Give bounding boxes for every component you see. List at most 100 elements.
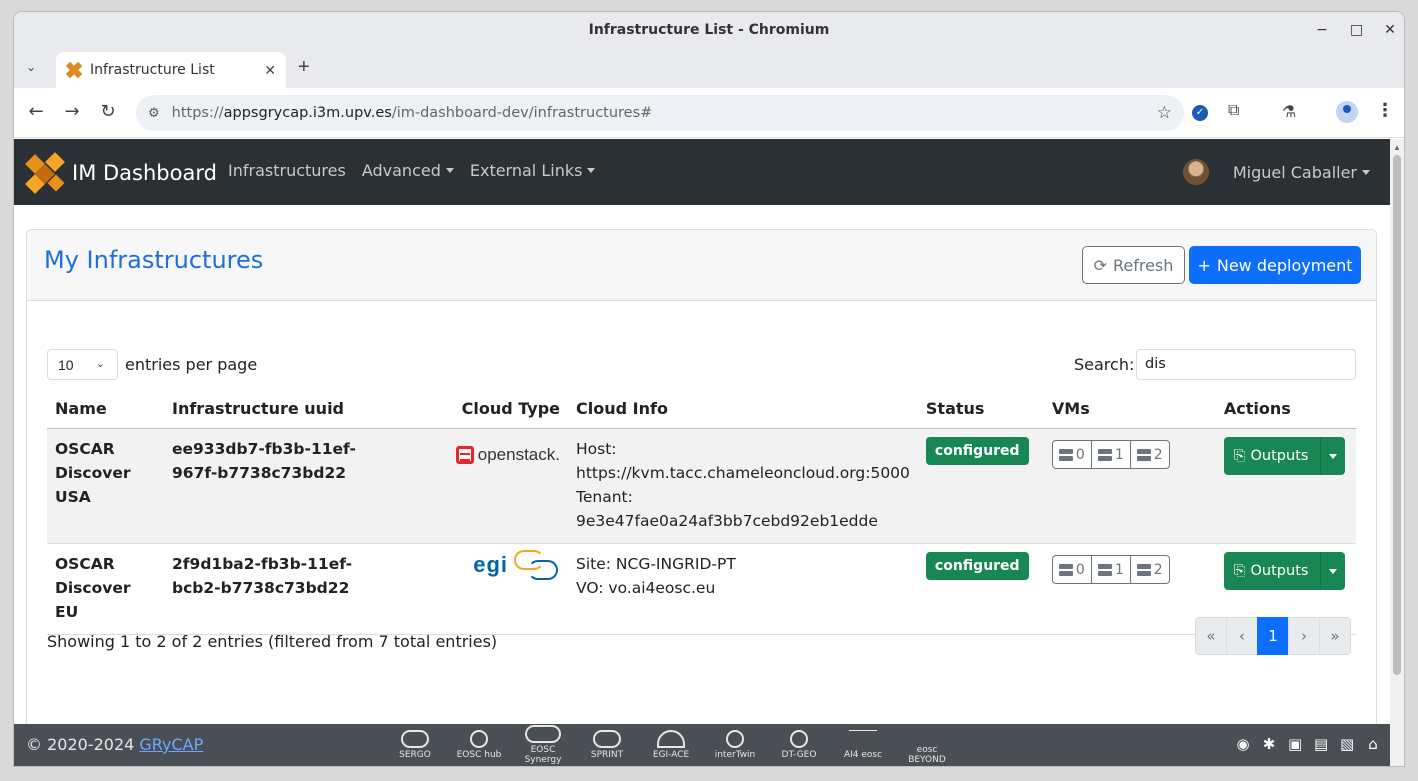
user-menu[interactable]: Miguel Caballer xyxy=(1182,159,1370,185)
page-1-button[interactable]: 1 xyxy=(1257,617,1289,655)
site-info-icon[interactable]: ⚙ xyxy=(148,105,160,121)
partner-logo-icon[interactable]: eosc BEYOND xyxy=(904,725,950,765)
vm-button[interactable]: 2 xyxy=(1129,555,1170,584)
url-text[interactable]: https://appsgrycap.i3m.upv.es/im-dashboa… xyxy=(172,105,653,121)
brand-name: IM Dashboard xyxy=(72,161,217,185)
scroll-up-icon[interactable]: ▲ xyxy=(1393,143,1401,152)
actions-dropdown-toggle[interactable] xyxy=(1320,551,1346,590)
extensions-puzzle-icon[interactable]: ⧉ xyxy=(1228,102,1239,120)
browser-tab[interactable]: Infrastructure List ✕ xyxy=(56,52,286,88)
partner-logo-icon[interactable]: EOSC Synergy xyxy=(520,725,566,765)
partner-logo-icon[interactable]: EOSC hub xyxy=(456,730,502,760)
cloud-type-cell: egi xyxy=(364,543,568,635)
pdf-icon[interactable]: ▧ xyxy=(1340,735,1354,753)
first-page-button[interactable]: « xyxy=(1195,617,1227,655)
book-icon[interactable]: ▤ xyxy=(1314,735,1328,753)
scrollbar-thumb[interactable] xyxy=(1393,155,1401,675)
infra-uuid: 2f9d1ba2-fb3b-11ef-bcb2-b7738c73bd22 xyxy=(164,543,364,635)
terminal-icon[interactable]: ▣ xyxy=(1288,735,1302,753)
refresh-label: Refresh xyxy=(1112,255,1174,275)
page-length-label: entries per page xyxy=(125,355,258,374)
labs-flask-icon[interactable]: ⚗ xyxy=(1282,102,1296,122)
institution-icon[interactable]: ⌂ xyxy=(1366,735,1380,753)
minimize-icon[interactable]: − xyxy=(1316,22,1328,38)
bug-icon[interactable]: ✱ xyxy=(1262,735,1276,753)
im-favicon-icon xyxy=(65,61,83,79)
cloud-info-line: Tenant: xyxy=(576,487,633,506)
grycap-link[interactable]: GRyCAP xyxy=(139,735,203,754)
header-status[interactable]: Status xyxy=(917,392,1044,429)
last-page-button[interactable]: » xyxy=(1319,617,1351,655)
back-icon[interactable]: ← xyxy=(26,101,46,122)
actions-button-group: ⎘ Outputs xyxy=(1223,551,1346,590)
vm-button-group: 0 1 2 xyxy=(1051,440,1170,469)
vm-button[interactable]: 0 xyxy=(1051,555,1092,584)
prev-page-button[interactable]: ‹ xyxy=(1226,617,1258,655)
brand[interactable]: IM Dashboard xyxy=(25,152,217,194)
extension-check-icon[interactable]: ✓ xyxy=(1192,105,1208,121)
maximize-icon[interactable]: □ xyxy=(1350,22,1363,38)
header-actions[interactable]: Actions xyxy=(1215,392,1356,429)
new-tab-icon[interactable]: + xyxy=(298,56,310,79)
table-row: OSCAR Discover EU 2f9d1ba2-fb3b-11ef-bcb… xyxy=(47,543,1356,635)
next-page-button[interactable]: › xyxy=(1288,617,1320,655)
reload-icon[interactable]: ↻ xyxy=(98,101,118,122)
partner-logo-icon[interactable]: DT-GEO xyxy=(776,730,822,760)
window-title: Infrastructure List - Chromium xyxy=(588,22,830,38)
vm-button[interactable]: 1 xyxy=(1090,440,1131,469)
actions-button-group: ⎘ Outputs xyxy=(1223,436,1346,475)
status-cell: configured xyxy=(917,543,1044,635)
tab-title: Infrastructure List xyxy=(90,62,215,78)
forward-icon[interactable]: → xyxy=(62,101,82,122)
search-input[interactable]: dis xyxy=(1136,349,1356,380)
header-cloud-type[interactable]: Cloud Type xyxy=(364,392,568,429)
openstack-logo-icon: openstack. xyxy=(455,443,560,467)
status-badge: configured xyxy=(925,436,1029,465)
partner-logo-icon[interactable]: AI4 eosc xyxy=(840,730,886,760)
browser-menu-icon[interactable]: ⋮ xyxy=(1376,100,1394,121)
header-cloud-info[interactable]: Cloud Info xyxy=(568,392,918,429)
chevron-down-icon: ⌄ xyxy=(95,358,105,370)
partner-logos: SERGO EOSC hub EOSC Synergy SPRINT EGI-A… xyxy=(392,725,950,765)
close-tab-icon[interactable]: ✕ xyxy=(264,62,276,79)
window-controls: − □ ✕ xyxy=(1316,12,1396,48)
tab-strip: ⌄ Infrastructure List ✕ + xyxy=(14,48,1404,88)
cloud-info-line: https://kvm.tacc.chameleoncloud.org:5000 xyxy=(576,463,910,482)
close-window-icon[interactable]: ✕ xyxy=(1384,22,1396,38)
address-bar[interactable]: ⚙ https://appsgrycap.i3m.upv.es/im-dashb… xyxy=(136,95,1184,131)
file-export-icon: ⎘ xyxy=(1233,447,1246,464)
refresh-button[interactable]: ⟳ Refresh xyxy=(1082,246,1185,284)
page-scrollbar[interactable]: ▲ xyxy=(1390,139,1404,766)
partner-logo-icon[interactable]: interTwin xyxy=(712,730,758,760)
new-deployment-button[interactable]: + New deployment xyxy=(1189,246,1361,284)
header-vms[interactable]: VMs xyxy=(1043,392,1216,429)
outputs-button[interactable]: ⎘ Outputs xyxy=(1223,436,1321,475)
profile-avatar-icon[interactable] xyxy=(1336,101,1358,123)
infra-name: OSCAR Discover EU xyxy=(47,543,164,635)
partner-logo-icon[interactable]: SERGO xyxy=(392,730,438,760)
tab-search-icon[interactable]: ⌄ xyxy=(26,60,36,74)
nav-links: Infrastructures Advanced External Links xyxy=(228,161,595,180)
footer: © 2020-2024 GRyCAP SERGO EOSC hub EOSC S… xyxy=(14,724,1390,766)
page-length-select[interactable]: 10 ⌄ xyxy=(47,349,118,380)
copyright: © 2020-2024 GRyCAP xyxy=(26,735,204,754)
nav-infrastructures[interactable]: Infrastructures xyxy=(228,161,346,180)
actions-dropdown-toggle[interactable] xyxy=(1320,436,1346,475)
browser-window: Infrastructure List - Chromium − □ ✕ ⌄ I… xyxy=(14,12,1404,766)
partner-logo-icon[interactable]: EGI-ACE xyxy=(648,730,694,760)
header-uuid[interactable]: Infrastructure uuid xyxy=(164,392,364,429)
header-name[interactable]: Name xyxy=(47,392,164,429)
bookmark-star-icon[interactable]: ☆ xyxy=(1157,103,1172,123)
refresh-icon: ⟳ xyxy=(1093,255,1107,275)
card-header: My Infrastructures ⟳ Refresh + New deplo… xyxy=(27,230,1376,301)
partner-logo-icon[interactable]: SPRINT xyxy=(584,730,630,760)
vm-button-group: 0 1 2 xyxy=(1051,555,1170,584)
vm-button[interactable]: 2 xyxy=(1129,440,1170,469)
nav-external-links[interactable]: External Links xyxy=(470,161,596,180)
cloud-info-cell: Host: https://kvm.tacc.chameleoncloud.or… xyxy=(568,428,918,544)
outputs-button[interactable]: ⎘ Outputs xyxy=(1223,551,1321,590)
nav-advanced[interactable]: Advanced xyxy=(362,161,454,180)
vm-button[interactable]: 0 xyxy=(1051,440,1092,469)
github-icon[interactable]: ◉ xyxy=(1236,735,1250,753)
vm-button[interactable]: 1 xyxy=(1090,555,1131,584)
